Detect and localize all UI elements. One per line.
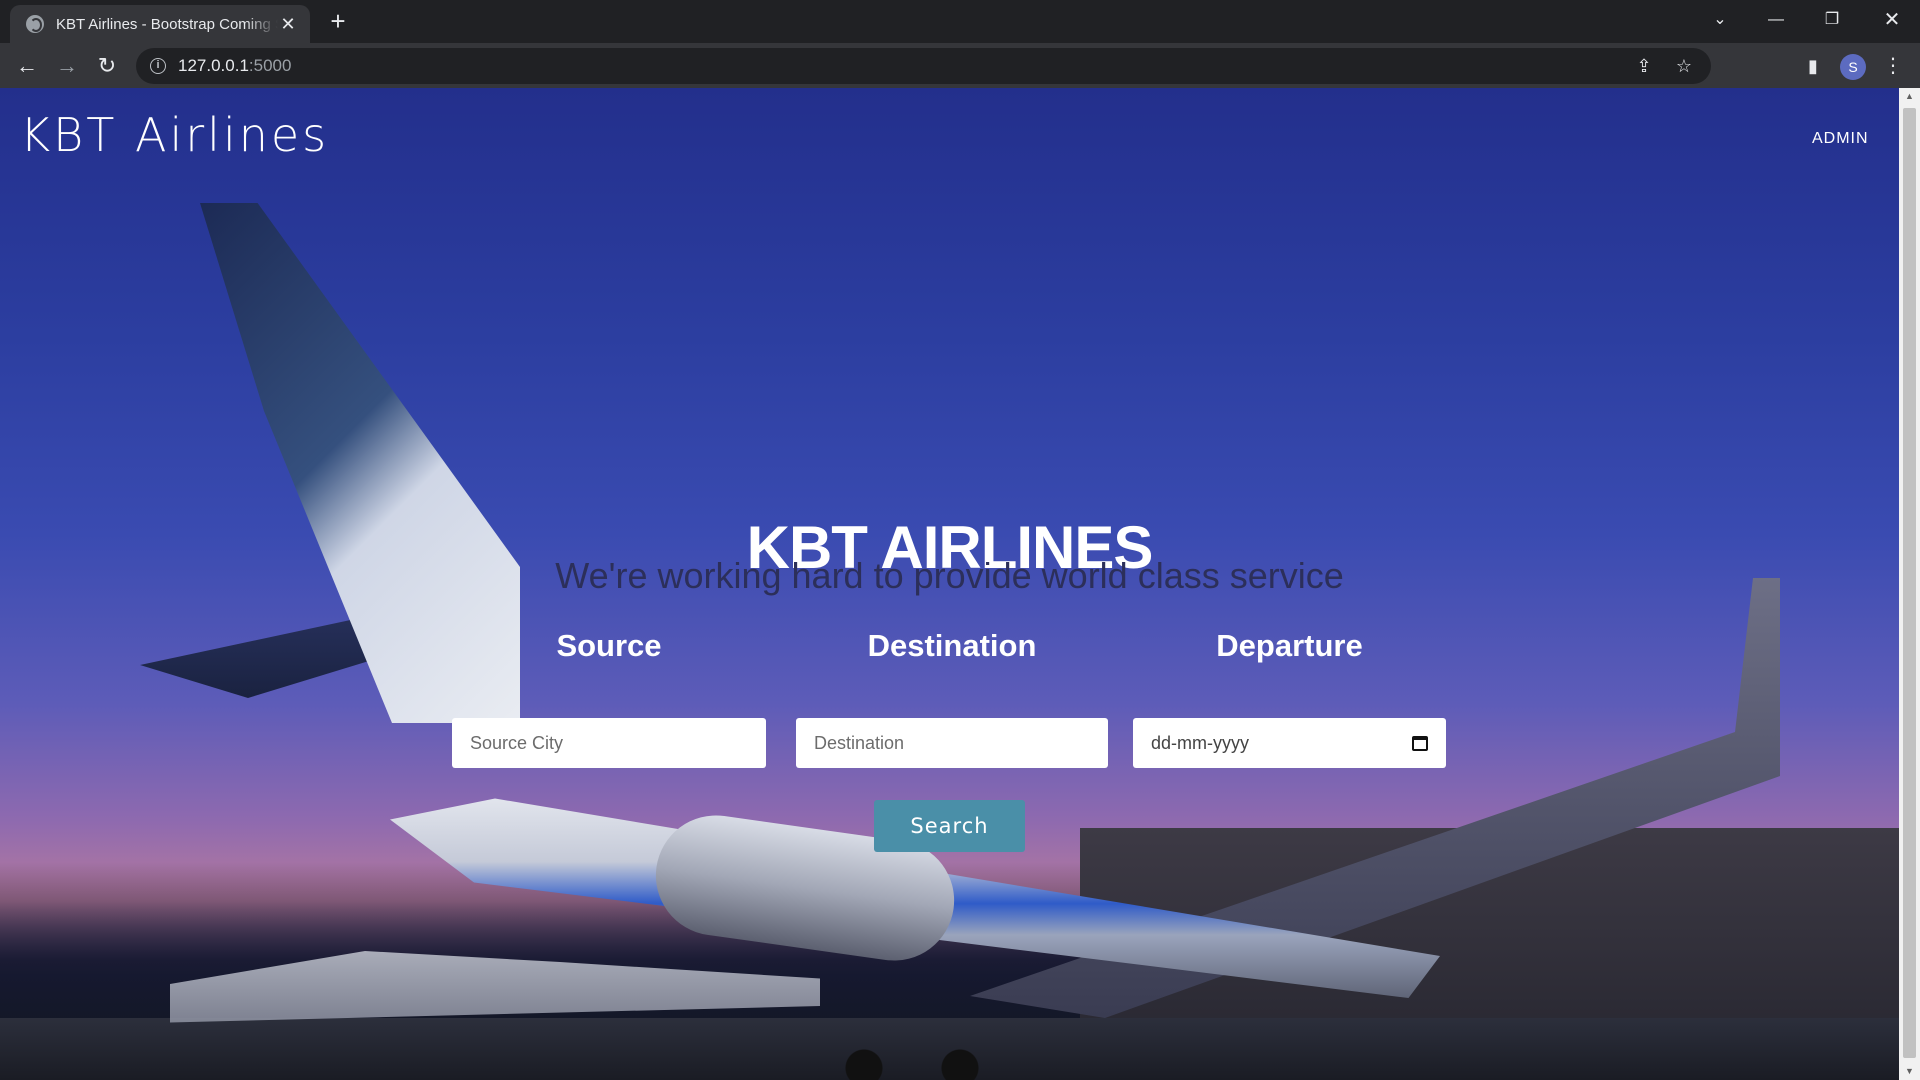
close-window-icon[interactable]: ✕: [1864, 0, 1920, 40]
browser-toolbar: ← → ↻ i 127.0.0.1:5000 ⇪ ☆ ▮ S ⋮: [0, 43, 1920, 88]
admin-nav-link[interactable]: ADMIN: [1812, 130, 1869, 148]
departure-date-value: dd-mm-yyyy: [1151, 732, 1249, 753]
url-text[interactable]: 127.0.0.1:5000: [178, 56, 291, 76]
source-city-input[interactable]: [452, 718, 766, 768]
search-button[interactable]: Search: [874, 800, 1025, 852]
page-scrollbar[interactable]: ▲ ▼: [1899, 88, 1920, 1080]
scroll-down-icon[interactable]: ▼: [1899, 1063, 1920, 1080]
profile-avatar[interactable]: S: [1840, 54, 1866, 80]
restore-icon[interactable]: ❐: [1804, 0, 1860, 40]
address-bar[interactable]: i 127.0.0.1:5000 ⇪ ☆: [136, 48, 1711, 84]
side-panel-icon[interactable]: ▮: [1796, 49, 1830, 83]
bookmark-star-icon[interactable]: ☆: [1673, 55, 1695, 77]
destination-input[interactable]: [796, 718, 1108, 768]
url-host: 127.0.0.1: [178, 56, 249, 75]
scroll-thumb[interactable]: [1903, 108, 1916, 1058]
landing-gear-illustration: [840, 1048, 1040, 1080]
minimize-icon[interactable]: —: [1748, 0, 1804, 40]
destination-label: Destination: [867, 628, 1037, 663]
forward-icon[interactable]: →: [50, 49, 84, 83]
departure-label: Departure: [1216, 628, 1363, 663]
browser-tab[interactable]: KBT Airlines - Bootstrap Coming Soon ✕: [10, 5, 310, 43]
page-viewport: KBT Airlines ADMIN KBT AIRLINES We're wo…: [0, 88, 1920, 1080]
departure-date-input[interactable]: dd-mm-yyyy: [1133, 718, 1446, 768]
globe-icon: [26, 15, 44, 33]
url-port: :5000: [248, 56, 292, 75]
browser-menu-icon[interactable]: ⋮: [1876, 49, 1910, 83]
back-icon[interactable]: ←: [10, 49, 44, 83]
hero-background-image: KBT Airlines ADMIN KBT AIRLINES We're wo…: [0, 88, 1900, 1080]
tab-title: KBT Airlines - Bootstrap Coming Soon: [56, 15, 278, 33]
reload-icon[interactable]: ↻: [90, 49, 124, 83]
site-brand[interactable]: KBT Airlines: [20, 108, 329, 162]
scroll-up-icon[interactable]: ▲: [1899, 88, 1920, 105]
tab-search-icon[interactable]: ⌄: [1692, 0, 1748, 40]
close-tab-icon[interactable]: ✕: [278, 14, 298, 35]
hero-subtitle: We're working hard to provide world clas…: [555, 555, 1344, 596]
calendar-icon[interactable]: [1412, 735, 1428, 751]
source-label: Source: [556, 628, 662, 663]
new-tab-icon[interactable]: +: [324, 8, 352, 36]
browser-tab-strip: KBT Airlines - Bootstrap Coming Soon ✕ +…: [0, 0, 1920, 43]
site-info-icon[interactable]: i: [150, 58, 166, 74]
share-icon[interactable]: ⇪: [1633, 55, 1655, 77]
